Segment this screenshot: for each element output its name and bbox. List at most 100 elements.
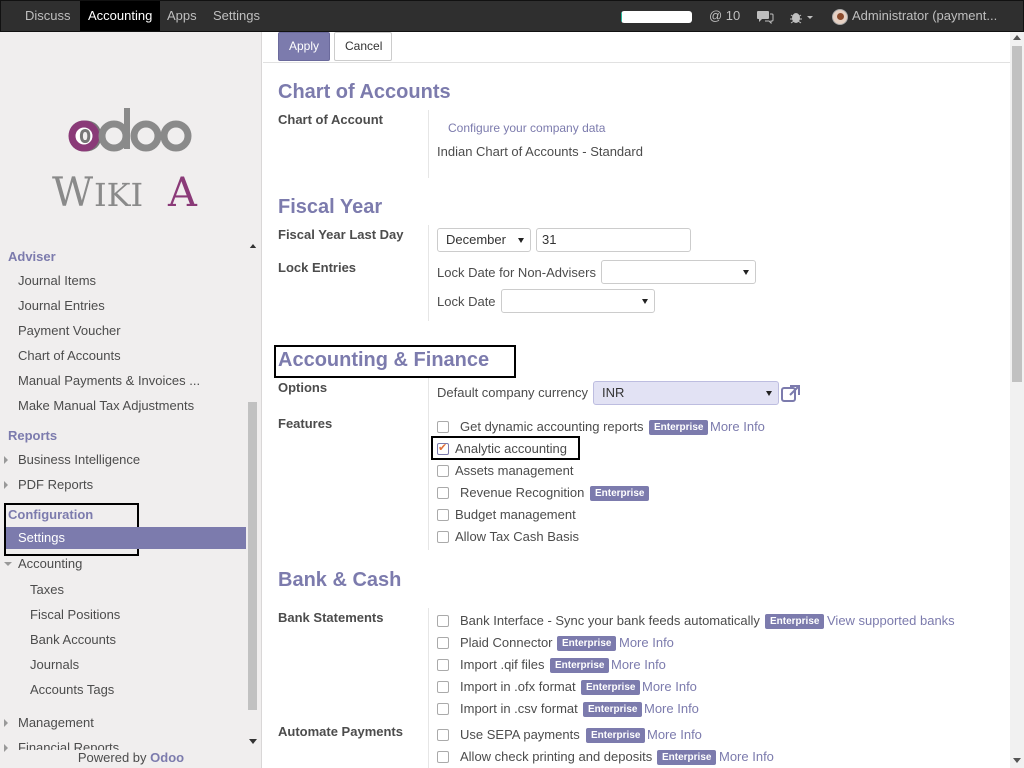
section-title-accounting-finance: Accounting & Finance xyxy=(278,349,490,371)
sidebar-item-journals[interactable]: Journals xyxy=(30,657,79,672)
sidebar-item-financial-reports[interactable]: Financial Reports xyxy=(18,740,119,750)
automate-label: Allow check printing and deposits xyxy=(460,749,653,764)
sidebar-item-journal-entries[interactable]: Journal Entries xyxy=(18,298,105,313)
powered-by-text: Powered by xyxy=(77,750,147,765)
menu-settings[interactable]: Settings xyxy=(205,1,268,31)
progress-fill xyxy=(621,11,623,23)
settings-form: Apply Cancel Chart of Accounts Chart of … xyxy=(263,32,1024,768)
sidebar-item-chart-of-accounts[interactable]: Chart of Accounts xyxy=(18,348,121,363)
sepa-payments-checkbox[interactable] xyxy=(437,729,449,741)
label-lock-entries: Lock Entries xyxy=(278,260,357,275)
feature-revenue-recognition-checkbox[interactable] xyxy=(437,487,449,499)
statement-label: Bank Interface - Sync your bank feeds au… xyxy=(460,613,760,628)
feature-label: Budget management xyxy=(455,507,576,522)
sidebar-item-manual-tax-adjustments[interactable]: Make Manual Tax Adjustments xyxy=(18,398,194,413)
section-title-chart-of-accounts: Chart of Accounts xyxy=(278,81,451,103)
dropdown-arrow-icon xyxy=(743,270,749,275)
sidebar-item-business-intelligence[interactable]: Business Intelligence xyxy=(18,452,140,467)
feature-label: Allow Tax Cash Basis xyxy=(455,529,580,544)
sidebar-item-payment-voucher[interactable]: Payment Voucher xyxy=(18,323,121,338)
sidebar-item-bank-accounts[interactable]: Bank Accounts xyxy=(30,632,116,647)
feature-analytic-accounting-checkbox[interactable] xyxy=(437,441,449,455)
import-csv-checkbox[interactable] xyxy=(437,703,449,715)
cancel-button[interactable]: Cancel xyxy=(334,32,392,61)
lock-date-non-advisers-select[interactable] xyxy=(601,260,756,284)
user-menu[interactable]: Administrator (payment... xyxy=(852,1,997,31)
sidebar-item-accounting[interactable]: Accounting xyxy=(18,556,82,571)
scroll-up-arrow-icon[interactable] xyxy=(1013,35,1021,40)
check-printing-checkbox[interactable] xyxy=(437,751,449,763)
menu-apps[interactable]: Apps xyxy=(159,1,205,31)
menu-discuss[interactable]: Discuss xyxy=(17,1,79,31)
odoo-link[interactable]: Odoo xyxy=(150,750,184,765)
more-info-link[interactable]: More Info xyxy=(644,701,699,716)
more-info-link[interactable]: More Info xyxy=(719,749,774,764)
sidebar-section-reports: Reports xyxy=(8,428,58,443)
plaid-connector-checkbox[interactable] xyxy=(437,637,449,649)
feature-budget-management-checkbox[interactable] xyxy=(437,509,449,521)
label-chart-of-account: Chart of Account xyxy=(278,112,383,127)
onboarding-progress-bar[interactable] xyxy=(621,11,692,23)
view-supported-banks-link[interactable]: View supported banks xyxy=(827,613,955,628)
scroll-down-arrow-icon[interactable] xyxy=(249,739,257,744)
more-info-link[interactable]: More Info xyxy=(611,657,666,672)
menu-accounting[interactable]: Accounting xyxy=(80,1,161,31)
sidebar-item-journal-items[interactable]: Journal Items xyxy=(18,273,96,288)
more-info-link[interactable]: More Info xyxy=(642,679,697,694)
chat-icon[interactable] xyxy=(756,1,774,31)
enterprise-badge: Enterprise xyxy=(590,486,650,501)
company-logo: o o W IKI A xyxy=(52,105,198,215)
chart-of-account-value: Indian Chart of Accounts - Standard xyxy=(437,144,643,159)
feature-label: Get dynamic accounting reports xyxy=(460,419,644,434)
caret-right-icon[interactable] xyxy=(4,456,8,464)
caret-right-icon[interactable] xyxy=(4,481,8,489)
more-info-link[interactable]: More Info xyxy=(647,727,702,742)
sidebar-item-label: Settings xyxy=(18,530,65,545)
caret-down-icon[interactable] xyxy=(4,562,12,566)
currency-value: INR xyxy=(602,385,625,400)
sidebar-item-settings[interactable]: Settings xyxy=(6,527,246,549)
sidebar-item-management[interactable]: Management xyxy=(18,715,94,730)
main-scrollbar-thumb[interactable] xyxy=(1012,46,1022,382)
enterprise-badge: Enterprise xyxy=(581,680,641,695)
sidebar-item-pdf-reports[interactable]: PDF Reports xyxy=(18,477,93,492)
debug-bug-icon[interactable] xyxy=(789,1,813,31)
statement-label: Import .qif files xyxy=(460,657,545,672)
external-link-icon[interactable] xyxy=(781,384,801,402)
configure-company-link[interactable]: Configure your company data xyxy=(448,121,605,135)
user-avatar[interactable] xyxy=(832,9,848,25)
currency-select[interactable]: INR xyxy=(593,381,779,405)
sidebar-item-taxes[interactable]: Taxes xyxy=(30,582,64,597)
sidebar-scrollbar-thumb[interactable] xyxy=(248,402,257,710)
import-ofx-checkbox[interactable] xyxy=(437,681,449,693)
import-qif-checkbox[interactable] xyxy=(437,659,449,671)
feature-tax-cash-basis-checkbox[interactable] xyxy=(437,531,449,543)
feature-label: Assets management xyxy=(455,463,574,478)
svg-text:IKI: IKI xyxy=(94,176,143,214)
feature-assets-management-checkbox[interactable] xyxy=(437,465,449,477)
sidebar-section-adviser: Adviser xyxy=(8,249,56,264)
label-lock-date: Lock Date xyxy=(437,294,496,309)
fiscal-month-select[interactable]: December xyxy=(437,228,531,252)
sidebar-scrollbar[interactable] xyxy=(247,248,258,748)
bank-interface-checkbox[interactable] xyxy=(437,615,449,627)
enterprise-badge: Enterprise xyxy=(765,614,825,629)
fiscal-day-input[interactable]: 31 xyxy=(536,228,691,252)
apply-button[interactable]: Apply xyxy=(278,32,330,61)
scroll-down-arrow-icon[interactable] xyxy=(1013,758,1021,763)
divider xyxy=(428,225,429,321)
dropdown-arrow-icon xyxy=(766,391,772,396)
lock-date-select[interactable] xyxy=(501,289,655,313)
enterprise-badge: Enterprise xyxy=(657,750,717,765)
caret-right-icon[interactable] xyxy=(4,719,8,727)
sidebar-section-configuration: Configuration xyxy=(8,507,94,522)
enterprise-badge: Enterprise xyxy=(583,702,643,717)
mentions-counter[interactable]: @ 10 xyxy=(709,1,740,31)
main-scrollbar[interactable] xyxy=(1010,32,1024,768)
sidebar-item-fiscal-positions[interactable]: Fiscal Positions xyxy=(30,607,120,622)
more-info-link[interactable]: More Info xyxy=(710,419,765,434)
feature-dynamic-reports-checkbox[interactable] xyxy=(437,421,449,433)
sidebar-item-accounts-tags[interactable]: Accounts Tags xyxy=(30,682,114,697)
more-info-link[interactable]: More Info xyxy=(619,635,674,650)
sidebar-item-manual-payments[interactable]: Manual Payments & Invoices ... xyxy=(18,373,200,388)
